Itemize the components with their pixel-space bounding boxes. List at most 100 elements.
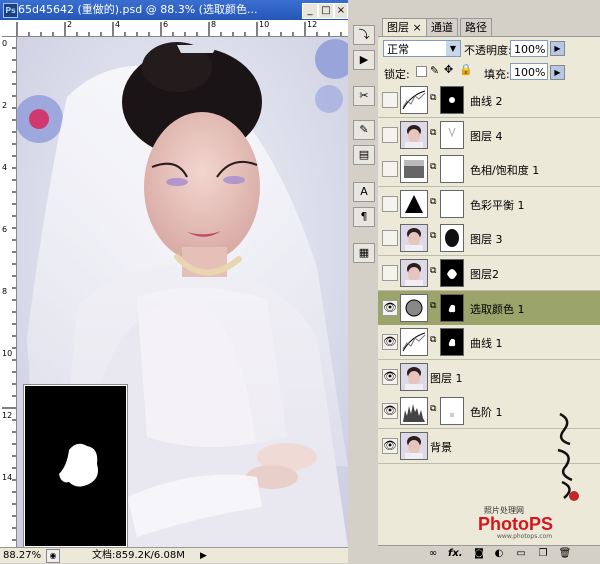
layer-thumbnail[interactable] bbox=[400, 259, 428, 287]
character-icon[interactable]: A bbox=[353, 182, 375, 202]
layer-row[interactable]: 👁 ⧉ 选取颜色 1 bbox=[378, 290, 600, 326]
clone-icon[interactable]: ▤ bbox=[353, 145, 375, 165]
add-mask-icon[interactable]: ◙ bbox=[472, 548, 486, 560]
visibility-eye-icon[interactable] bbox=[382, 265, 398, 281]
layer-name: 图层 3 bbox=[470, 233, 503, 247]
chain-link-icon[interactable]: ⧉ bbox=[430, 335, 436, 345]
layer-thumbnail[interactable] bbox=[400, 362, 428, 391]
layer-thumbnail[interactable] bbox=[400, 120, 428, 149]
panel-header bbox=[378, 0, 600, 18]
zoom-level[interactable]: 88.27% bbox=[3, 548, 41, 563]
visibility-eye-icon[interactable] bbox=[382, 230, 398, 247]
top-ruler[interactable]: 2468101214 bbox=[0, 20, 365, 37]
link-layers-icon[interactable]: ∞ bbox=[426, 548, 440, 560]
layer-thumbnail[interactable] bbox=[400, 224, 428, 253]
fx-icon[interactable]: fx. bbox=[448, 548, 463, 560]
fill-arrow-icon[interactable]: ▶ bbox=[550, 65, 565, 80]
layer-mask-thumbnail[interactable] bbox=[440, 120, 464, 149]
lock-move-icon[interactable]: ✥ bbox=[444, 63, 453, 76]
blend-mode-select[interactable]: 正常 ▼ bbox=[383, 40, 461, 57]
visibility-eye-icon[interactable]: 👁 bbox=[382, 438, 398, 454]
ruler-tick-label: 4 bbox=[115, 20, 121, 29]
visibility-eye-icon[interactable] bbox=[382, 126, 398, 143]
new-layer-icon[interactable]: ❐ bbox=[536, 548, 550, 560]
layer-row[interactable]: ⧉ 图层 4 bbox=[378, 117, 600, 153]
layer-row[interactable]: ⧉ 图层 3 bbox=[378, 221, 600, 257]
watermark-url: www.photops.com bbox=[497, 533, 553, 540]
layer-row[interactable]: ⧉ 图层2 bbox=[378, 256, 600, 291]
close-button[interactable]: × bbox=[334, 3, 348, 19]
chain-link-icon[interactable]: ⧉ bbox=[430, 301, 436, 311]
layer-thumbnail[interactable] bbox=[400, 86, 428, 114]
chain-link-icon[interactable]: ⧉ bbox=[430, 404, 436, 414]
chain-link-icon[interactable]: ⧉ bbox=[430, 93, 436, 103]
new-group-icon[interactable]: ▭ bbox=[514, 548, 528, 560]
layer-thumbnail[interactable] bbox=[400, 293, 428, 322]
layer-mask-thumbnail[interactable] bbox=[440, 328, 464, 357]
fill-field[interactable]: 100% bbox=[510, 63, 548, 80]
ruler-tick-label: 0 bbox=[2, 39, 8, 48]
lock-paint-icon[interactable]: ✎ bbox=[430, 64, 439, 77]
visibility-eye-icon[interactable]: 👁 bbox=[382, 299, 398, 316]
chain-link-icon[interactable]: ⧉ bbox=[430, 231, 436, 241]
layer-name: 曲线 1 bbox=[470, 337, 503, 351]
tools-icon[interactable]: ✂ bbox=[353, 86, 375, 106]
ruler-tick-label: 8 bbox=[2, 287, 8, 296]
layer-mask-thumbnail[interactable] bbox=[440, 86, 464, 114]
tab-paths[interactable]: 路径 bbox=[460, 18, 492, 37]
actions-play-icon[interactable]: ▶ bbox=[353, 50, 375, 70]
delete-layer-icon[interactable]: 🗑 bbox=[558, 548, 572, 560]
layer-mask-thumbnail[interactable] bbox=[440, 155, 464, 184]
layer-mask-thumbnail[interactable] bbox=[440, 293, 464, 322]
document-title-bar[interactable]: Ps 65d45642 (重做的).psd @ 88.3% (选取颜色... _… bbox=[0, 0, 348, 20]
layer-row[interactable]: ⧉ 色相/饱和度 1 bbox=[378, 152, 600, 188]
ruler-tick-label: 4 bbox=[2, 163, 8, 172]
chain-link-icon[interactable]: ⧉ bbox=[430, 197, 436, 207]
ruler-tick-label: 2 bbox=[2, 101, 8, 110]
layer-mask-thumbnail[interactable] bbox=[440, 224, 464, 253]
chain-link-icon[interactable]: ⧉ bbox=[430, 128, 436, 138]
layer-mask-thumbnail[interactable] bbox=[440, 189, 464, 218]
layer-name: 图层 1 bbox=[430, 371, 463, 385]
layer-name: 图层 4 bbox=[470, 129, 503, 143]
layer-row[interactable]: ⧉ 曲线 2 bbox=[378, 83, 600, 118]
layer-thumbnail[interactable] bbox=[400, 328, 428, 357]
lock-all-icon[interactable]: 🔒 bbox=[459, 63, 473, 76]
adjustment-layer-icon[interactable]: ◐ bbox=[492, 548, 506, 560]
layer-thumbnail[interactable] bbox=[400, 397, 428, 426]
opacity-arrow-icon[interactable]: ▶ bbox=[550, 41, 565, 56]
photops-logo: PhotoPS bbox=[478, 514, 553, 534]
status-icon[interactable]: ◉ bbox=[46, 549, 60, 563]
layer-thumbnail[interactable] bbox=[400, 155, 428, 184]
layer-thumbnail[interactable] bbox=[400, 189, 428, 218]
layer-name: 色相/饱和度 1 bbox=[470, 164, 540, 178]
chain-link-icon[interactable]: ⧉ bbox=[430, 162, 436, 172]
layer-comps-icon[interactable]: ▦ bbox=[353, 243, 375, 263]
visibility-eye-icon[interactable]: 👁 bbox=[382, 368, 398, 385]
visibility-eye-icon[interactable] bbox=[382, 195, 398, 212]
maximize-button[interactable]: □ bbox=[318, 3, 334, 19]
opacity-label: 不透明度: bbox=[464, 44, 512, 57]
lock-transparency-icon[interactable] bbox=[416, 66, 427, 77]
opacity-field[interactable]: 100% bbox=[510, 40, 548, 57]
layer-thumbnail[interactable] bbox=[400, 432, 428, 460]
minimize-button[interactable]: _ bbox=[302, 3, 318, 19]
paragraph-icon[interactable]: ¶ bbox=[353, 207, 375, 227]
layer-mask-thumbnail[interactable] bbox=[440, 259, 464, 287]
layer-row[interactable]: ⧉ 色彩平衡 1 bbox=[378, 186, 600, 222]
visibility-eye-icon[interactable] bbox=[382, 161, 398, 178]
tab-layers[interactable]: 图层 × bbox=[382, 18, 427, 37]
layer-mask-thumbnail[interactable] bbox=[440, 397, 464, 426]
brush-icon[interactable]: ✎ bbox=[353, 120, 375, 140]
visibility-eye-icon[interactable]: 👁 bbox=[382, 403, 398, 420]
layer-row[interactable]: 👁 ⧉ 曲线 1 bbox=[378, 325, 600, 361]
visibility-eye-icon[interactable] bbox=[382, 92, 398, 108]
layer-name: 图层2 bbox=[470, 268, 499, 281]
visibility-eye-icon[interactable]: 👁 bbox=[382, 334, 398, 351]
layer-row[interactable]: 👁 图层 1 bbox=[378, 359, 600, 395]
photoshop-icon: Ps bbox=[3, 3, 18, 18]
chain-link-icon[interactable]: ⧉ bbox=[430, 266, 436, 276]
history-brush-icon[interactable]: ⤵ bbox=[353, 25, 375, 45]
tab-channels[interactable]: 通道 bbox=[426, 18, 458, 37]
left-ruler[interactable]: 0 2 4 6 8 10 12 14 bbox=[0, 35, 17, 547]
